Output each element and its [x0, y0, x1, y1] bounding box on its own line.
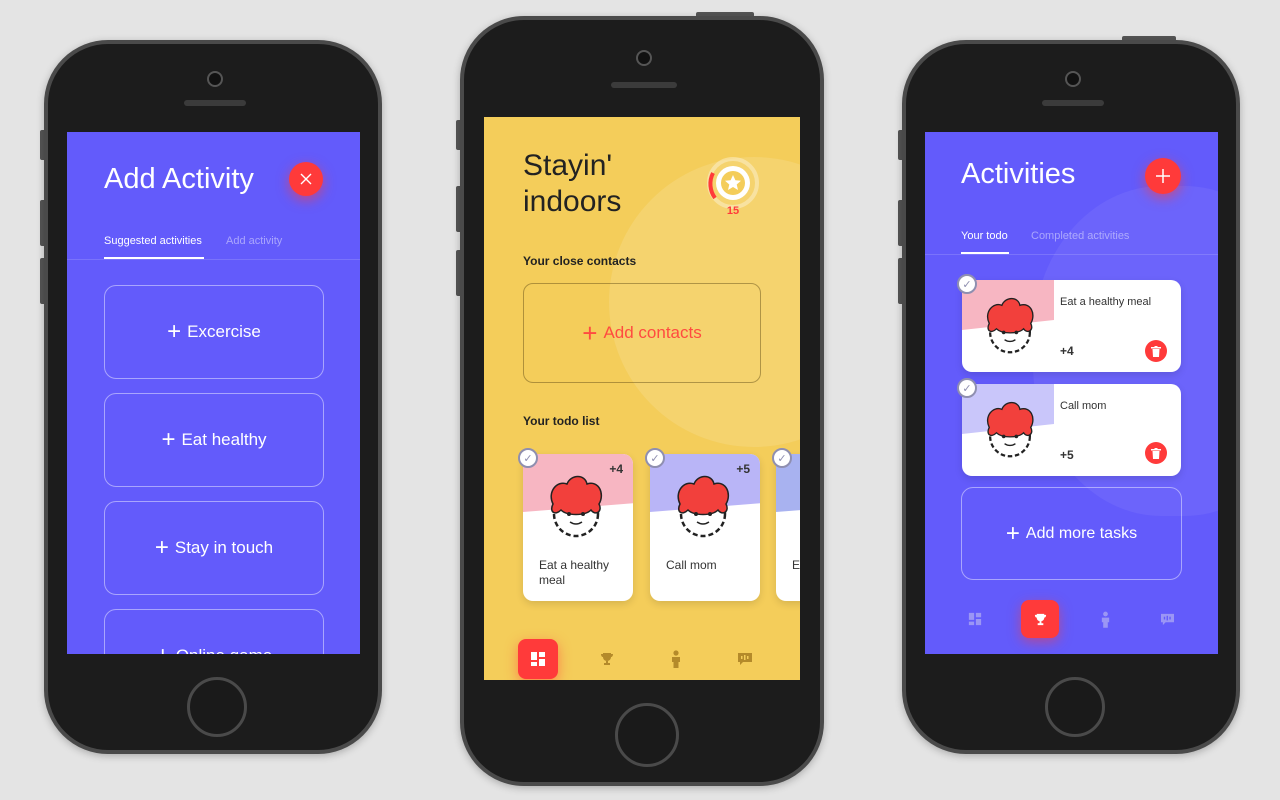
check-icon[interactable]: ✓ [957, 274, 977, 294]
todo-card[interactable]: +5 Call mom [650, 454, 760, 601]
speaker [1042, 100, 1104, 106]
chat-icon [1160, 613, 1174, 625]
tab-divider [925, 254, 1218, 255]
add-more-tasks-label: Add more tasks [1025, 524, 1138, 542]
plus-icon [1156, 169, 1170, 183]
todo-label: Ea [792, 558, 800, 572]
todo-card[interactable]: +4 Eat a healthy meal [523, 454, 633, 601]
nav-dashboard-button[interactable] [518, 639, 558, 679]
task-label: Call mom [1060, 400, 1107, 412]
page-title-line1: Stayin' [523, 149, 613, 182]
score-ring-icon [707, 157, 759, 209]
task-card[interactable]: Eat a healthy meal +4 [962, 280, 1181, 372]
screen-home: Stayin' indoors 15 Your close contacts +… [484, 117, 800, 680]
tab-completed-activities[interactable]: Completed activities [1031, 230, 1129, 242]
chat-icon [738, 653, 752, 665]
activity-item-excercise[interactable]: + Excercise [104, 285, 324, 379]
task-label: Eat a healthy meal [1060, 296, 1152, 308]
activity-item-stay-in-touch[interactable]: + Stay in touch [104, 501, 324, 595]
close-button[interactable] [289, 162, 323, 196]
activity-label: Online game [176, 646, 272, 654]
nav-chat-button[interactable] [1153, 600, 1181, 638]
trophy-icon [601, 653, 613, 665]
activity-label: Excercise [187, 322, 261, 341]
person-icon [672, 650, 680, 668]
home-button[interactable] [615, 703, 679, 767]
plus-icon: + [582, 317, 598, 348]
speaker [184, 100, 246, 106]
camera [207, 71, 223, 87]
tab-your-todo[interactable]: Your todo [961, 230, 1008, 242]
delete-button[interactable] [1145, 442, 1167, 464]
camera [1065, 71, 1081, 87]
delete-button[interactable] [1145, 340, 1167, 362]
check-icon[interactable]: ✓ [518, 448, 538, 468]
page-title: Add Activity [104, 163, 254, 195]
home-button[interactable] [187, 677, 247, 737]
tab-add-activity[interactable]: Add activity [226, 235, 282, 247]
check-icon[interactable]: ✓ [957, 378, 977, 398]
activity-item-eat-healthy[interactable]: + Eat healthy [104, 393, 324, 487]
close-contacts-heading: Your close contacts [523, 254, 637, 268]
todo-heading: Your todo list [523, 414, 600, 428]
tab-divider [67, 259, 360, 260]
phone-add-activity: Add Activity Suggested activities Add ac… [44, 40, 382, 754]
avatar-face-icon [986, 297, 1034, 354]
camera [636, 50, 652, 66]
close-icon [300, 173, 312, 185]
page-title-line2: indoors [523, 185, 622, 218]
activity-label: Stay in touch [174, 538, 274, 557]
dashboard-icon [968, 612, 982, 626]
tab-suggested-activities[interactable]: Suggested activities [104, 235, 202, 247]
person-icon [1101, 611, 1109, 628]
plus-icon: + [161, 426, 176, 453]
nav-person-button[interactable] [1091, 600, 1119, 638]
trash-icon [1151, 345, 1161, 357]
add-contacts-card[interactable]: + Add contacts [523, 283, 761, 383]
nav-trophy-button[interactable] [592, 639, 622, 679]
points-label: +5 [736, 462, 750, 476]
score-badge[interactable]: 15 [705, 155, 761, 219]
check-icon[interactable]: ✓ [772, 448, 792, 468]
todo-card[interactable]: Ea [776, 454, 800, 601]
nav-chat-button[interactable] [730, 639, 760, 679]
page-title: Activities [961, 158, 1076, 190]
points-label: +5 [1060, 448, 1074, 462]
dashboard-icon [531, 652, 545, 666]
score-value: 15 [726, 205, 740, 217]
phone-home: Stayin' indoors 15 Your close contacts +… [460, 16, 824, 786]
points-label: +4 [1060, 344, 1074, 358]
screen-activities: Activities Your todo Completed activitie… [925, 132, 1218, 654]
task-card[interactable]: Call mom +5 [962, 384, 1181, 476]
add-more-tasks-button[interactable]: + Add more tasks [961, 487, 1182, 580]
plus-icon: + [1005, 519, 1020, 547]
plus-icon: + [167, 318, 182, 345]
nav-person-button[interactable] [661, 639, 691, 679]
screen-add-activity: Add Activity Suggested activities Add ac… [67, 132, 360, 654]
plus-icon: + [156, 642, 170, 654]
nav-dashboard-button[interactable] [961, 600, 989, 638]
points-label: +4 [609, 462, 623, 476]
activity-label: Eat healthy [181, 430, 267, 449]
nav-trophy-button[interactable] [1021, 600, 1059, 638]
home-button[interactable] [1045, 677, 1105, 737]
check-icon[interactable]: ✓ [645, 448, 665, 468]
phone-activities: Activities Your todo Completed activitie… [902, 40, 1240, 754]
speaker [611, 82, 677, 88]
avatar-face-icon [550, 475, 603, 538]
add-contacts-label: Add contacts [603, 323, 702, 342]
avatar-face-icon [986, 401, 1034, 458]
todo-label: Call mom [666, 558, 717, 572]
avatar-face-icon [677, 475, 730, 538]
trash-icon [1151, 447, 1161, 459]
plus-icon: + [154, 534, 169, 561]
add-activity-button[interactable] [1145, 158, 1181, 194]
activity-item-online-game[interactable]: + Online game [104, 609, 324, 654]
trophy-icon [1034, 613, 1046, 625]
todo-label: Eat a healthy meal [539, 558, 610, 587]
